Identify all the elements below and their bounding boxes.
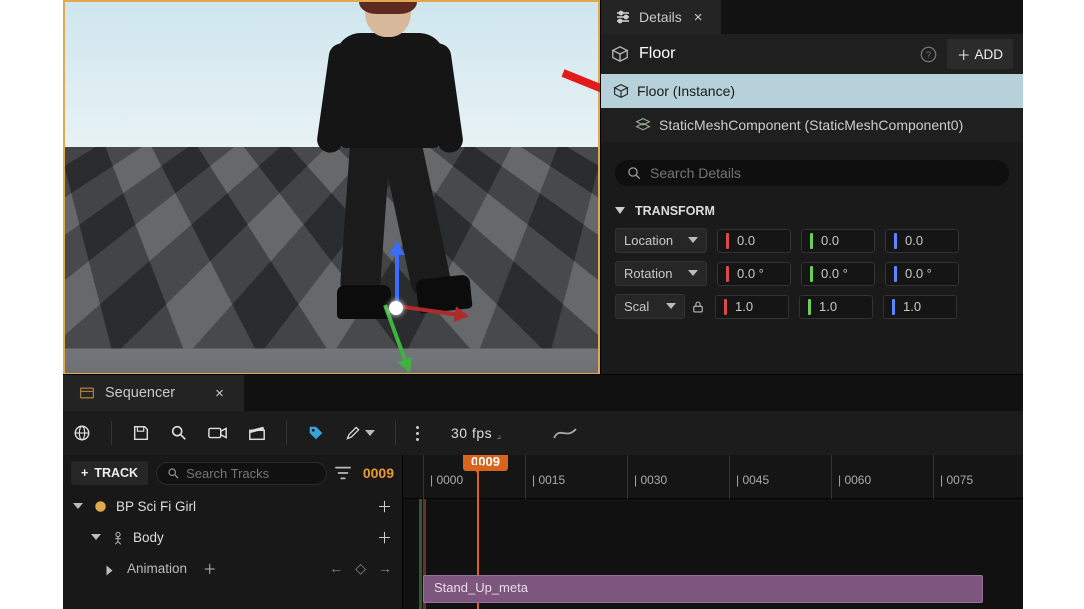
scale-z[interactable]: 1.0	[883, 295, 957, 319]
layers-icon	[635, 117, 651, 133]
add-component-button[interactable]: ＋ ADD	[947, 39, 1013, 69]
cube-icon	[613, 83, 629, 99]
track-search-input[interactable]	[186, 466, 316, 481]
location-dropdown[interactable]: Location	[615, 228, 707, 253]
tick: | 0015	[525, 455, 565, 499]
location-x[interactable]: 0.0	[717, 229, 791, 253]
chevron-down-icon	[688, 237, 698, 248]
clapper-icon[interactable]	[248, 424, 266, 442]
actor-icon	[93, 499, 108, 514]
sequencer-icon	[79, 385, 95, 401]
component-root-label: Floor (Instance)	[637, 83, 735, 99]
tag-icon[interactable]	[307, 424, 325, 442]
track-row-root[interactable]: BP Sci Fi Girl ＋	[63, 491, 402, 522]
details-panel: Details × Floor ? ＋ ADD Floor (Instance)	[600, 0, 1023, 375]
tick: | 0060	[831, 455, 871, 499]
timeline-ruler[interactable]: 0009 | 0000 | 0015 | 0030 | 0045 | 0060 …	[403, 455, 1023, 499]
tick: | 0000	[423, 455, 463, 499]
sequencer-tabbar: Sequencer ×	[63, 375, 1023, 411]
filter-icon[interactable]	[335, 466, 351, 480]
cube-icon	[611, 45, 629, 63]
fps-selector[interactable]: 30 fps ⌟	[451, 425, 502, 441]
rotation-x[interactable]: 0.0 °	[717, 262, 791, 286]
component-child-row[interactable]: StaticMeshComponent (StaticMeshComponent…	[601, 108, 1023, 142]
property-scale: Scal 1.0 1.0 1.0	[615, 294, 1009, 319]
search-icon	[167, 467, 180, 480]
track-row-body[interactable]: Body ＋	[63, 522, 402, 553]
search-icon	[627, 166, 642, 181]
tab-details[interactable]: Details ×	[601, 0, 721, 34]
level-viewport[interactable]	[63, 0, 600, 375]
sliders-icon	[615, 9, 631, 25]
rotation-z[interactable]: 0.0 °	[885, 262, 959, 286]
track-search[interactable]	[156, 462, 327, 485]
tick: | 0075	[933, 455, 973, 499]
sequencer-outliner: + TRACK 0009 BP Sci Fi Girl ＋	[63, 455, 403, 609]
close-icon[interactable]: ×	[690, 9, 707, 26]
details-header: Floor ? ＋ ADD	[601, 34, 1023, 74]
chevron-down-icon[interactable]	[73, 503, 83, 514]
section-label: TRANSFORM	[635, 204, 715, 218]
component-root-row[interactable]: Floor (Instance)	[601, 74, 1023, 108]
add-track-button[interactable]: + TRACK	[71, 461, 148, 485]
actor-title: Floor	[639, 45, 910, 63]
property-location: Location 0.0 0.0 0.0	[615, 228, 1009, 253]
animation-clip[interactable]: Stand_Up_meta	[423, 575, 983, 603]
add-label: ADD	[974, 47, 1003, 62]
tick: | 0045	[729, 455, 769, 499]
search-icon[interactable]	[170, 424, 188, 442]
chevron-down-icon	[615, 207, 625, 219]
pencil-icon[interactable]	[345, 425, 375, 441]
plus-icon: ＋	[957, 44, 971, 64]
timeline[interactable]: 0009 | 0000 | 0015 | 0030 | 0045 | 0060 …	[403, 455, 1023, 609]
playhead-label[interactable]: 0009	[463, 455, 508, 471]
tab-sequencer[interactable]: Sequencer ×	[63, 375, 244, 411]
sequencer-panel: Sequencer × 30 fps ⌟ +	[63, 374, 1023, 609]
property-rotation: Rotation 0.0 ° 0.0 ° 0.0 °	[615, 261, 1009, 286]
scale-y[interactable]: 1.0	[799, 295, 873, 319]
close-icon[interactable]: ×	[211, 385, 228, 402]
add-button[interactable]: ＋	[377, 527, 392, 548]
component-child-label: StaticMeshComponent (StaticMeshComponent…	[659, 117, 963, 133]
sequencer-toolbar: 30 fps ⌟	[63, 411, 1023, 455]
kebab-icon[interactable]	[416, 426, 419, 441]
camera-icon[interactable]	[208, 425, 228, 441]
section-transform-header[interactable]: TRANSFORM	[615, 204, 1009, 218]
track-row-animation[interactable]: Animation ＋ ← ◇ →	[63, 553, 402, 583]
rotation-dropdown[interactable]: Rotation	[615, 261, 707, 286]
curve-icon[interactable]	[552, 424, 578, 442]
svg-text:?: ?	[926, 49, 931, 59]
details-search-input[interactable]	[650, 165, 997, 181]
help-icon[interactable]: ?	[920, 46, 937, 63]
plus-icon: +	[81, 466, 88, 480]
prev-key-icon[interactable]: ←	[329, 560, 343, 577]
details-tabbar: Details ×	[601, 0, 1023, 34]
tab-label: Sequencer	[105, 385, 175, 401]
world-icon[interactable]	[73, 424, 91, 442]
transform-gizmo[interactable]	[365, 249, 495, 369]
save-icon[interactable]	[132, 424, 150, 442]
add-button[interactable]: ＋	[203, 558, 217, 578]
details-search[interactable]	[615, 160, 1009, 186]
add-button[interactable]: ＋	[377, 496, 392, 517]
lock-icon[interactable]	[691, 300, 705, 314]
chevron-down-icon[interactable]	[91, 534, 101, 545]
scale-x[interactable]: 1.0	[715, 295, 789, 319]
current-frame-label[interactable]: 0009	[363, 465, 394, 481]
next-key-icon[interactable]: →	[378, 560, 392, 577]
tick: | 0030	[627, 455, 667, 499]
chevron-down-icon	[688, 270, 698, 281]
keyframe-icon[interactable]: ◇	[355, 560, 366, 577]
location-z[interactable]: 0.0	[885, 229, 959, 253]
chevron-down-icon	[666, 303, 676, 314]
skeleton-icon	[111, 531, 125, 545]
scale-dropdown[interactable]: Scal	[615, 294, 685, 319]
rotation-y[interactable]: 0.0 °	[801, 262, 875, 286]
tab-label: Details	[639, 9, 682, 25]
location-y[interactable]: 0.0	[801, 229, 875, 253]
chevron-right-icon[interactable]	[107, 565, 118, 575]
